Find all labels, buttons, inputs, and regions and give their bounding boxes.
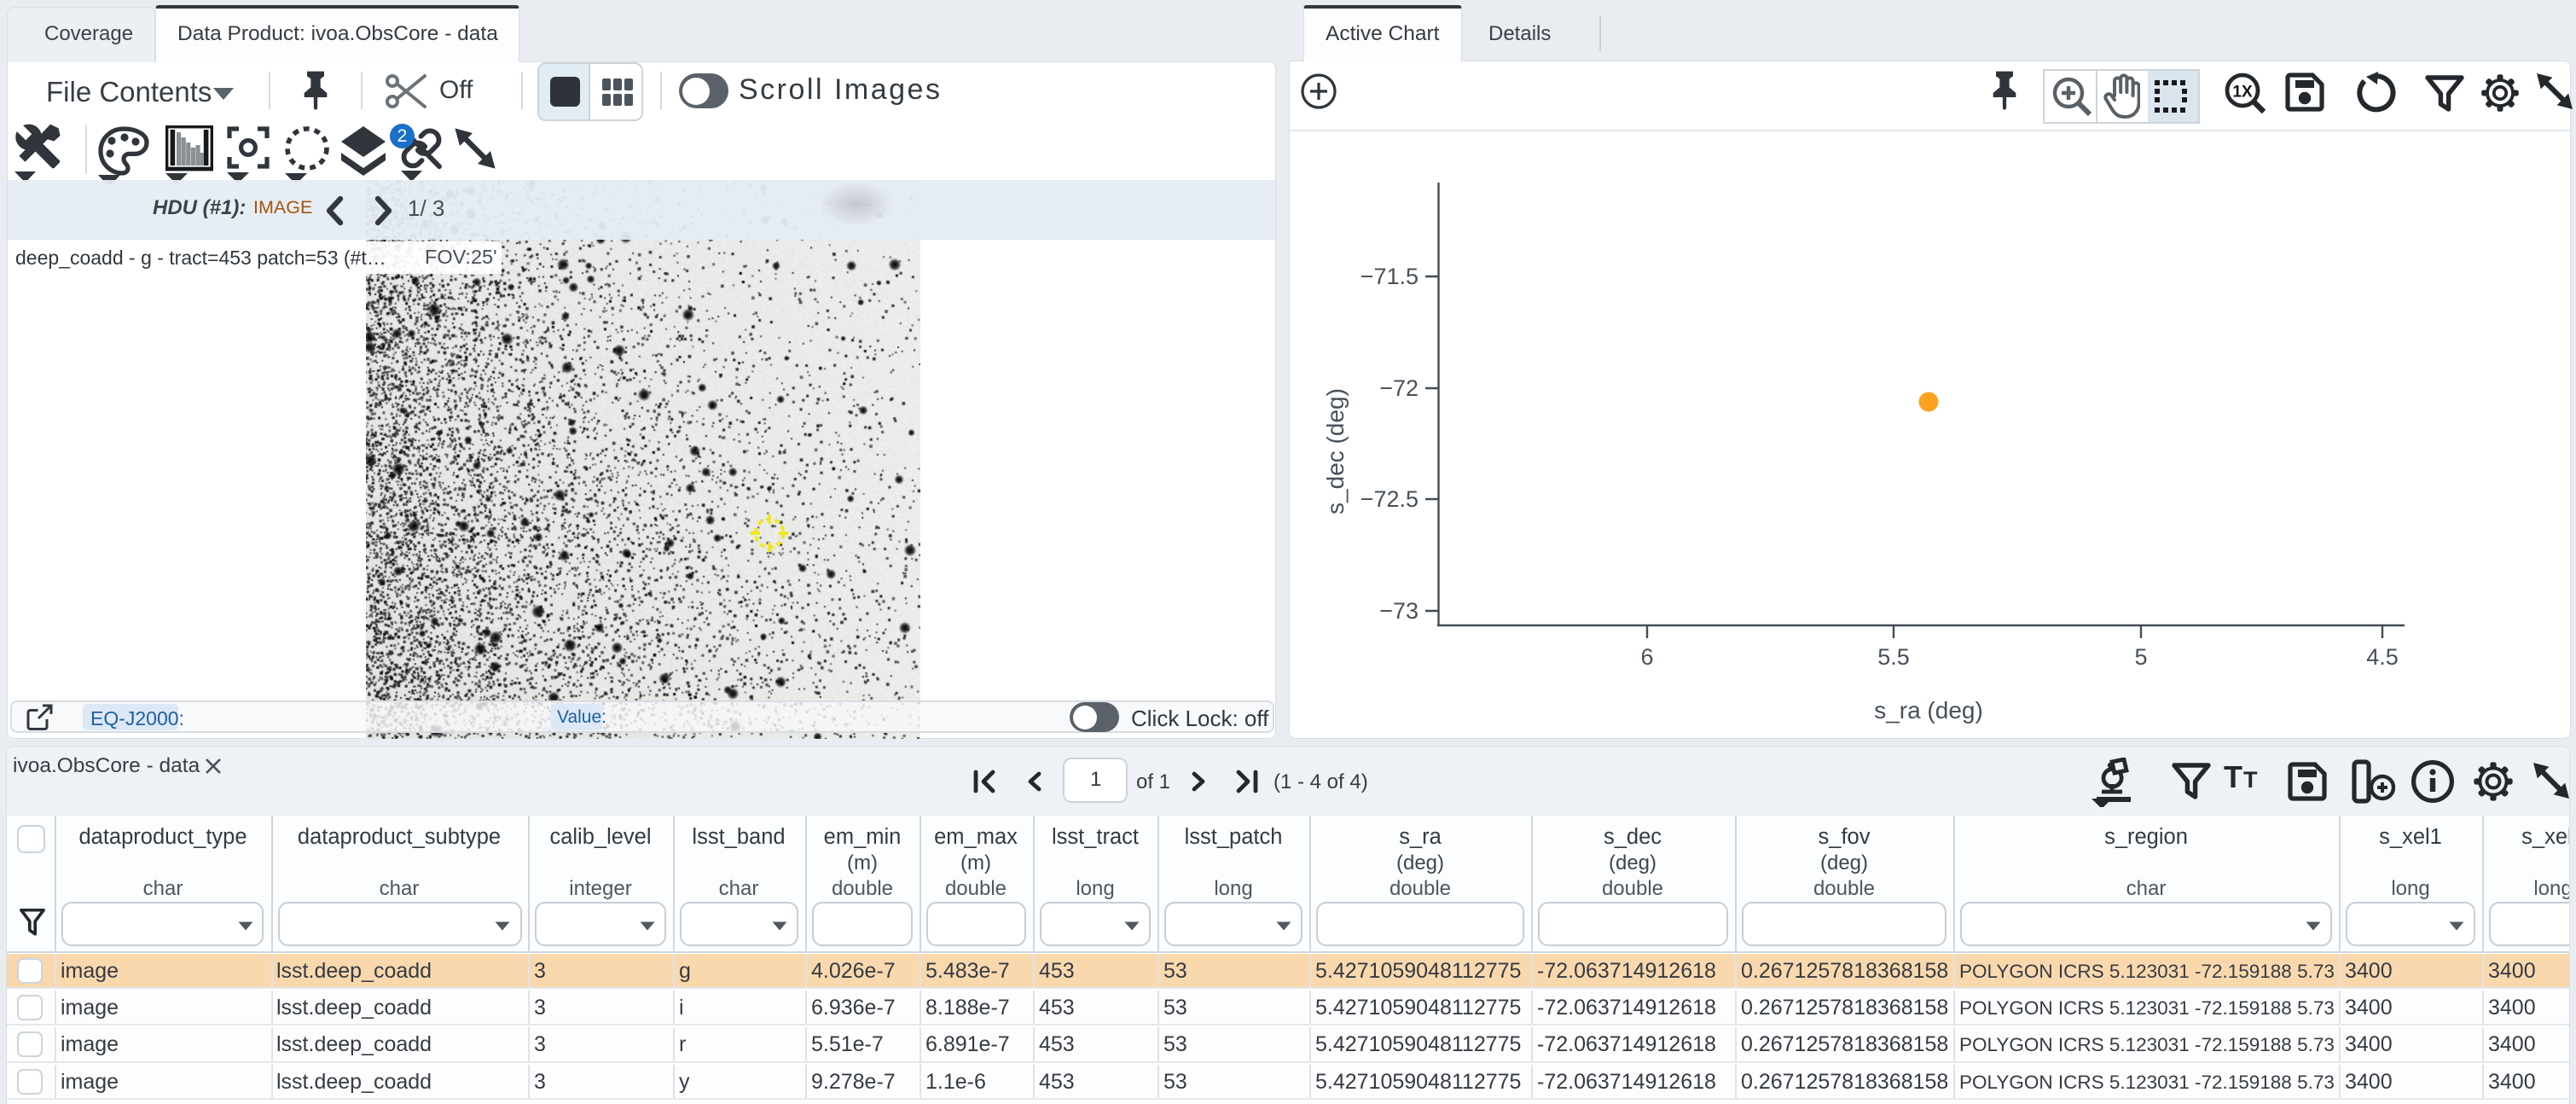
svg-text:4.5: 4.5 <box>2366 644 2399 670</box>
svg-text:−72.5: −72.5 <box>1361 486 1419 512</box>
svg-text:s_ra (deg): s_ra (deg) <box>1874 697 1983 723</box>
svg-text:−72: −72 <box>1379 375 1419 401</box>
svg-text:5.5: 5.5 <box>1877 644 1910 670</box>
svg-text:5: 5 <box>2134 644 2147 670</box>
svg-text:1X: 1X <box>2232 84 2253 102</box>
svg-text:−73: −73 <box>1379 598 1419 624</box>
svg-text:s_dec (deg): s_dec (deg) <box>1322 388 1349 514</box>
svg-text:6: 6 <box>1640 644 1653 670</box>
svg-text:−71.5: −71.5 <box>1361 264 1419 289</box>
